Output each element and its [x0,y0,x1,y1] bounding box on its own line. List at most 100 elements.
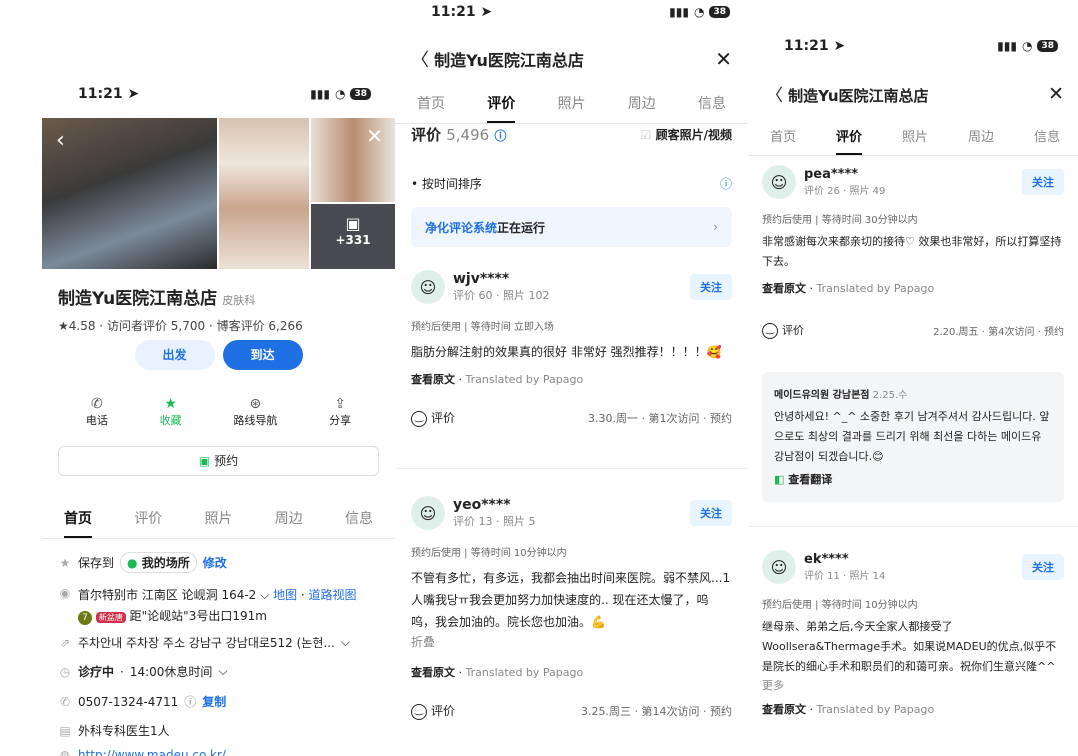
copy-link[interactable]: 复制 [202,693,226,710]
tab-info[interactable]: 信息 [345,508,373,538]
gallery-icon: ▣ [345,214,361,233]
battery-icon: 38 [1037,40,1058,52]
tab-photos[interactable]: 照片 [558,93,586,123]
review-item: ☺ pea**** 评价 26 · 照片 49 关注 预约后使用 | 等待时间 3… [762,165,1064,339]
follow-button[interactable]: 关注 [690,274,732,300]
phone-row: ✆ 0507-1324-4711 ⓘ 复制 [58,693,379,710]
tab-bar: 首页 评价 照片 周边 信息 [42,508,395,539]
photo-filter-checkbox[interactable]: ☑ 顾客照片/视频 [641,126,732,143]
back-icon[interactable]: ‹ [56,128,65,153]
tab-nearby[interactable]: 周边 [968,126,994,155]
gallery-photo-side[interactable]: ✕ [311,118,395,202]
directions-icon: ⊛ [249,396,262,412]
save-action[interactable]: ★ 收藏 [160,396,182,428]
reviewer-profile[interactable]: ☺ pea**** 评价 26 · 照片 49 [762,165,885,199]
gallery-photo-main[interactable]: ‹ [42,118,217,269]
view-original-link[interactable]: 查看原文 [411,373,455,386]
battery-icon: 38 [709,6,730,18]
help-icon[interactable]: ⓘ [494,129,506,143]
globe-icon: ◍ [59,748,71,756]
collapse-link[interactable]: 折叠 [411,633,732,650]
page-title: 制造Yu医院江南总店 [434,51,584,70]
avatar: ☺ [762,165,796,199]
close-icon[interactable]: ✕ [715,47,732,71]
reviewer-profile[interactable]: ☺ yeo**** 评价 13 · 照片 5 [411,496,535,530]
view-original-link[interactable]: 查看原文 [411,666,455,679]
status-bar: 11:21 ➤ ▮▮▮ ◔ 38 [395,0,748,24]
rate-button[interactable]: ‿ 评价 [762,322,804,339]
reviewer-profile[interactable]: ☺ ek**** 评价 11 · 照片 14 [762,550,885,584]
phone-icon: ✆ [91,396,103,412]
tab-photos[interactable]: 照片 [205,508,233,538]
info-icon: ⓘ [184,695,197,709]
check-icon: ● [127,556,138,570]
follow-button[interactable]: 关注 [1022,169,1064,195]
help-icon[interactable]: ⓘ [720,175,732,192]
close-icon[interactable]: ✕ [1048,83,1064,105]
call-action[interactable]: ✆ 电话 [86,396,108,428]
reviewer-name: pea**** [804,167,859,182]
tab-photos[interactable]: 照片 [902,126,928,155]
tab-info[interactable]: 信息 [1034,126,1060,155]
directions-action[interactable]: ⊛ 路线导航 [233,396,277,428]
rate-button[interactable]: ‿ 评价 [411,409,455,427]
tab-nearby[interactable]: 周边 [628,93,656,123]
tab-home[interactable]: 首页 [417,93,445,123]
parking-row[interactable]: ⇗ 주차안내 주차장 주소 강남구 강남대로512 (논현... ⌵ [58,634,379,651]
tab-home[interactable]: 首页 [64,508,92,538]
website-link[interactable]: http://www.madeu.co.kr/ [78,748,226,756]
smile-icon: ‿ [411,410,427,427]
arrive-button[interactable]: 到达 [222,340,303,370]
nav-bar: 〈 制造Yu医院江南总店 ✕ [395,46,748,72]
visitor-review-count[interactable]: 访问者评价 5,700 [107,319,205,333]
tab-nearby[interactable]: 周边 [275,508,303,538]
gallery-photo-more[interactable]: ▣ +331 [311,204,395,269]
status-time: 11:21 ➤ [784,38,846,54]
more-link[interactable]: 更多 [762,677,1064,693]
status-bar: 11:21 ➤ ▮▮▮ ◔ 38 [42,82,395,106]
phone-number[interactable]: 0507-1324-4711 [78,695,178,709]
website-row: ◍ http://www.madeu.co.kr/ [58,748,379,756]
clean-review-banner[interactable]: 净化评论系统正在运行 › [411,207,732,247]
follow-button[interactable]: 关注 [1022,554,1064,580]
road-view-link[interactable]: 道路视图 [309,588,357,602]
reviewer-profile[interactable]: ☺ wjv**** 评价 60 · 照片 102 [411,270,549,304]
depart-button[interactable]: 出发 [134,340,215,370]
back-icon[interactable]: 〈 [411,50,429,71]
tab-info[interactable]: 信息 [698,93,726,123]
back-icon[interactable]: 〈 [766,86,783,106]
close-icon[interactable]: ✕ [366,124,383,148]
tab-reviews[interactable]: 评价 [134,508,162,538]
blog-review-count[interactable]: 博客评价 6,266 [217,319,303,333]
photo-gallery[interactable]: ‹ ✕ ▣ +331 [42,118,395,269]
avatar: ☺ [762,550,796,584]
view-translation-link[interactable]: ◧ 查看翻译 [774,471,1052,487]
translate-icon: ◧ [774,473,785,486]
tab-reviews[interactable]: 评价 [835,126,862,155]
view-original-link[interactable]: 查看原文 [762,703,806,716]
subway-line-badge: 7 [78,611,92,625]
signal-icon: ▮▮▮ [997,39,1017,53]
checkbox-icon: ☑ [640,128,652,142]
edit-link[interactable]: 修改 [203,554,227,571]
map-link[interactable]: 地图 [273,588,297,602]
review-item: ☺ ek**** 评价 11 · 照片 14 关注 预约后使用 | 等待时间 10… [762,550,1064,717]
share-action[interactable]: ⇪ 分享 [329,396,351,428]
sort-button[interactable]: • 按时间排序 [411,175,482,192]
my-place-chip[interactable]: ● 我的场所 [120,552,197,573]
follow-button[interactable]: 关注 [690,500,732,526]
place-rating: ★4.58 [58,319,96,333]
divider [748,526,1078,527]
review-text: 继母亲、弟弟之后,今天全家人都接受了Woollsera&Thermage手术。如… [762,620,1057,673]
tab-reviews[interactable]: 评价 [487,93,516,123]
signal-icon: ▮▮▮ [669,5,689,19]
reviewer-name: wjv**** [453,271,510,287]
rate-button[interactable]: ‿ 评价 [411,702,455,720]
reserve-button[interactable]: ▣ 预约 [58,446,379,476]
share-icon: ⇪ [334,396,346,412]
hours-row[interactable]: ◷ 诊疗中 · 14:00休息时间 ⌵ [58,663,379,680]
gallery-photo-before-after[interactable] [219,118,309,269]
subway-line-name: 新盆唐 [95,612,126,623]
view-original-link[interactable]: 查看原文 [762,282,806,295]
tab-home[interactable]: 首页 [770,126,796,155]
